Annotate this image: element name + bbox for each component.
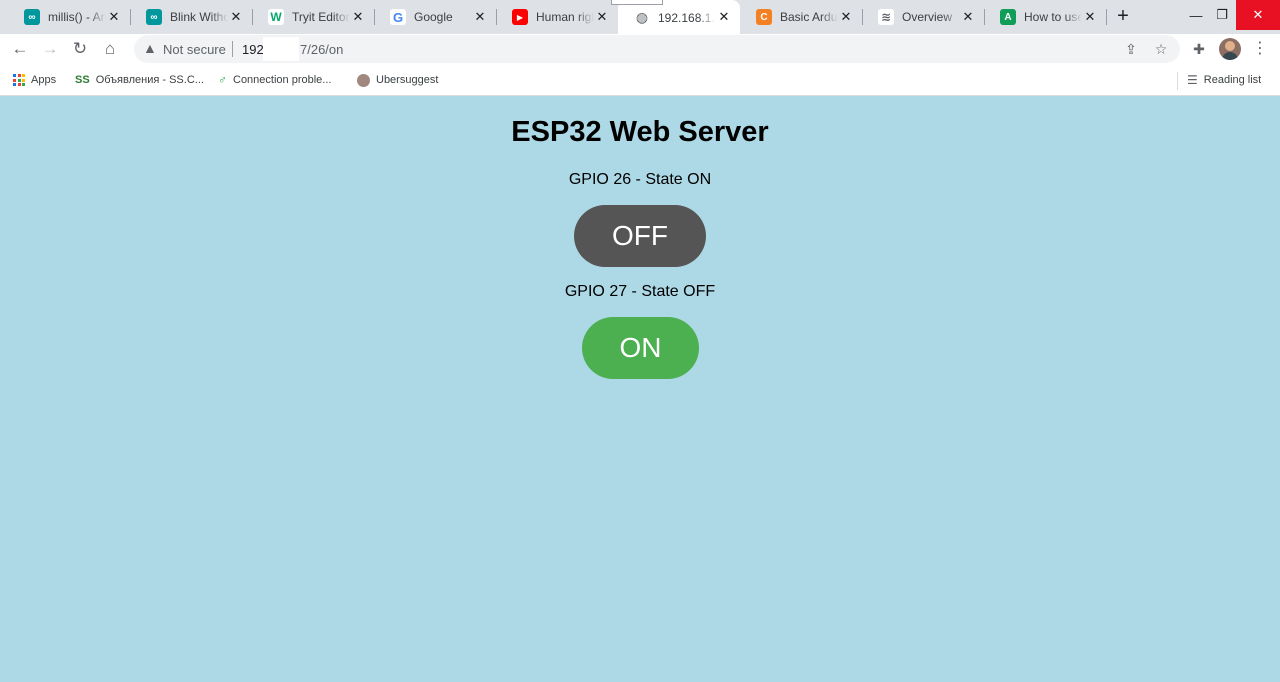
gpio27-on-button[interactable]: ON [582, 317, 699, 379]
back-arrow-icon[interactable]: ← [9, 38, 31, 60]
url-prefix[interactable]: 192 [242, 42, 264, 57]
extensions-puzzle-icon[interactable]: ✚ [1188, 38, 1210, 60]
bookmark-label: Apps [31, 74, 57, 86]
w3schools-icon: W [268, 9, 284, 25]
tab-title: Google [414, 10, 453, 24]
tab-hover-marker [611, 0, 663, 5]
ss-icon: SS [75, 74, 90, 86]
bookmark-label: Объявления - SS.C... [95, 74, 204, 86]
bookmark-ubersuggest[interactable]: Ubersuggest [357, 71, 438, 89]
tab-title: Human rights [536, 10, 594, 24]
docs-icon: ≋ [878, 9, 894, 25]
tab-overview[interactable]: ≋ Overview ✕ [862, 0, 985, 34]
close-icon[interactable]: ✕ [350, 9, 366, 25]
address-bar[interactable]: ▲ Not secure 192 7/26/on ⇪ ☆ [134, 35, 1180, 63]
c-icon: C [756, 9, 772, 25]
globe-icon: ◍ [634, 9, 650, 26]
bookmark-ss[interactable]: SS Объявления - SS.C... [75, 71, 204, 89]
restore-icon[interactable]: ❐ [1210, 0, 1234, 30]
address-separator [232, 41, 233, 57]
tab-strip: ∞ millis() - Arduino ✕ ∞ Blink Without D… [0, 0, 1280, 35]
menu-kebab-icon[interactable]: ⋮ [1249, 38, 1271, 60]
close-icon[interactable]: ✕ [106, 9, 122, 25]
tab-how-to-use[interactable]: A How to use ✕ [984, 0, 1107, 34]
tab-esp32-active[interactable]: ◍ 192.168.1.7/26/on ✕ [618, 0, 740, 35]
url-suffix[interactable]: 7/26/on [300, 42, 343, 57]
profile-avatar[interactable] [1219, 38, 1241, 60]
bookmark-connection-problem[interactable]: ♂ Connection proble... [218, 71, 331, 89]
google-icon: G [390, 9, 406, 25]
gpio26-state-text: GPIO 26 - State ON [568, 171, 712, 188]
close-icon[interactable]: ✕ [228, 9, 244, 25]
youtube-icon: ▶ [512, 9, 528, 25]
tab-title: Tryit Editor v3.7 [292, 10, 350, 24]
page-viewport: ESP32 Web Server GPIO 26 - State ON OFF … [0, 96, 1280, 682]
bookmarks-separator [1177, 72, 1178, 90]
reading-list-label: Reading list [1203, 74, 1262, 86]
tab-google[interactable]: G Google ✕ [374, 0, 497, 34]
browser-toolbar: ← → ↻ ⌂ ▲ Not secure 192 7/26/on ⇪ ☆ ✚ ⋮ [0, 34, 1280, 65]
tab-basic-arduino[interactable]: C Basic Arduino ✕ [740, 0, 863, 34]
share-icon[interactable]: ⇪ [1122, 40, 1140, 58]
gpio26-off-button[interactable]: OFF [574, 205, 706, 267]
close-icon[interactable]: ✕ [716, 9, 732, 25]
close-icon[interactable]: ✕ [472, 9, 488, 25]
a-icon: A [1000, 9, 1016, 25]
bookmarks-bar: Apps SS Объявления - SS.C... ♂ Connectio… [0, 65, 1280, 96]
bookmark-label: Ubersuggest [376, 74, 439, 86]
tab-title: How to use [1024, 10, 1082, 24]
tab-title: Overview [902, 10, 953, 24]
tab-tryit-editor[interactable]: W Tryit Editor v3.7 ✕ [252, 0, 375, 34]
ubersuggest-icon [357, 73, 370, 87]
gpio27-state-text: GPIO 27 - State OFF [564, 283, 716, 300]
tab-title: Basic Arduino [780, 10, 838, 24]
bookmark-apps[interactable]: Apps [13, 71, 56, 89]
warning-icon[interactable]: ▲ [143, 40, 159, 56]
tab-title: Blink Without Delay [170, 10, 228, 24]
close-icon[interactable]: ✕ [960, 9, 976, 25]
reload-icon[interactable]: ↻ [69, 38, 91, 60]
home-icon[interactable]: ⌂ [99, 38, 121, 60]
tab-separator [1106, 9, 1107, 25]
tab-blink-without-delay[interactable]: ∞ Blink Without Delay ✕ [130, 0, 253, 34]
reading-list-icon: ☰ [1187, 73, 1198, 87]
new-tab-plus-icon[interactable]: + [1112, 6, 1134, 28]
close-icon[interactable]: ✕ [594, 9, 610, 25]
bookmark-star-icon[interactable]: ☆ [1152, 40, 1170, 58]
close-icon[interactable]: ✕ [1082, 9, 1098, 25]
close-icon[interactable]: ✕ [838, 9, 854, 25]
tab-millis[interactable]: ∞ millis() - Arduino ✕ [8, 0, 131, 34]
window-close-icon[interactable]: ✕ [1236, 0, 1280, 30]
leaf-icon: ♂ [218, 73, 227, 87]
minimize-icon[interactable]: — [1184, 0, 1208, 30]
bookmark-label: Connection proble... [233, 74, 332, 86]
arduino-icon: ∞ [146, 9, 162, 25]
arduino-icon: ∞ [24, 9, 40, 25]
tab-title: millis() - Arduino [48, 10, 106, 24]
reading-list[interactable]: ☰ Reading list [1187, 71, 1261, 89]
not-secure-label[interactable]: Not secure [163, 42, 226, 57]
tab-human-rights[interactable]: ▶ Human rights ✕ [496, 0, 618, 34]
apps-grid-icon [13, 74, 25, 86]
forward-arrow-icon[interactable]: → [39, 38, 61, 60]
tab-title: 192.168.1.7/26/on [658, 10, 716, 25]
url-redaction [263, 37, 299, 61]
page-title: ESP32 Web Server [511, 116, 769, 148]
